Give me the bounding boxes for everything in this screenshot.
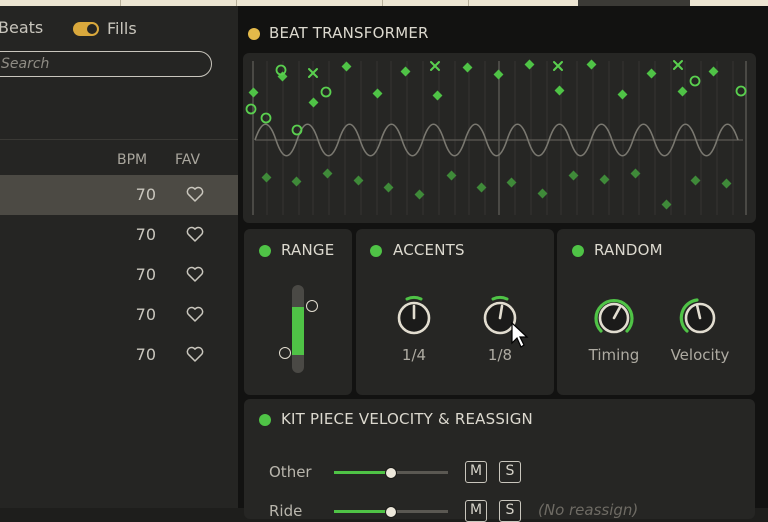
header-divider	[0, 139, 238, 140]
list-item[interactable]: 70	[0, 255, 238, 295]
range-card: RANGE	[244, 229, 352, 395]
range-high-handle[interactable]	[306, 300, 318, 312]
solo-button[interactable]: S	[499, 500, 521, 522]
search-placeholder: Search	[1, 56, 50, 72]
velocity-slider-fill	[334, 471, 390, 474]
accent-quarter-label: 1/4	[401, 346, 427, 364]
column-header-bpm[interactable]: BPM	[117, 152, 147, 168]
mute-button[interactable]: M	[465, 461, 487, 483]
accent-quarter-knob[interactable]	[390, 291, 438, 339]
random-card: RANDOM Timing Velocity	[557, 229, 755, 395]
mute-button[interactable]: M	[465, 500, 487, 522]
velocity-slider-thumb[interactable]	[385, 467, 397, 479]
reassign-dropdown[interactable]: (No reassign)	[538, 501, 638, 519]
list-item[interactable]: 70	[0, 215, 238, 255]
list-item[interactable]: 70	[0, 335, 238, 375]
velocity-knob[interactable]	[675, 293, 725, 343]
heart-icon[interactable]	[186, 346, 204, 362]
panel-title: BEAT TRANSFORMER	[269, 24, 429, 42]
row-bpm: 70	[135, 345, 156, 364]
solo-button[interactable]: S	[499, 461, 521, 483]
timing-knob[interactable]	[589, 293, 639, 343]
browser-panel: Beats Fills Search BPM FAV 70 70 70 70 7…	[0, 6, 238, 508]
range-power-indicator[interactable]	[259, 245, 271, 257]
row-bpm: 70	[135, 185, 156, 204]
fills-filter[interactable]: Fills	[73, 19, 137, 38]
row-bpm: 70	[135, 265, 156, 284]
range-slider-fill	[292, 307, 304, 355]
mouse-pointer-icon	[511, 321, 529, 348]
power-indicator[interactable]	[248, 28, 260, 40]
list-item[interactable]: 70	[0, 295, 238, 335]
heart-icon[interactable]	[186, 186, 204, 202]
random-power-indicator[interactable]	[572, 245, 584, 257]
fills-label: Fills	[107, 19, 137, 38]
kit-piece-power-indicator[interactable]	[259, 414, 271, 426]
random-title: RANDOM	[594, 241, 663, 259]
row-bpm: 70	[135, 225, 156, 244]
kit-piece-card: KIT PIECE VELOCITY & REASSIGN Other M S …	[244, 399, 755, 522]
velocity-label: Velocity	[670, 346, 730, 364]
kit-row-label: Ride	[269, 502, 303, 520]
beat-transformer-panel: BEAT TRANSFORMER RANGE ACCENTS 1/4 1/8 R…	[238, 6, 768, 522]
velocity-slider-fill	[334, 510, 390, 513]
column-header-fav[interactable]: FAV	[175, 152, 200, 168]
heart-icon[interactable]	[186, 226, 204, 242]
kit-piece-title: KIT PIECE VELOCITY & REASSIGN	[281, 410, 533, 428]
heart-icon[interactable]	[186, 306, 204, 322]
beats-filter[interactable]: Beats	[0, 18, 43, 37]
pattern-display[interactable]	[243, 53, 756, 223]
list-item[interactable]: 70	[0, 175, 238, 215]
accents-card: ACCENTS 1/4 1/8	[356, 229, 554, 395]
search-input[interactable]: Search	[0, 51, 212, 77]
timing-label: Timing	[588, 346, 640, 364]
accents-power-indicator[interactable]	[370, 245, 382, 257]
range-low-handle[interactable]	[279, 347, 291, 359]
accents-title: ACCENTS	[393, 241, 465, 259]
range-title: RANGE	[281, 241, 335, 259]
heart-icon[interactable]	[186, 266, 204, 282]
row-bpm: 70	[135, 305, 156, 324]
kit-row-label: Other	[269, 463, 312, 481]
fills-toggle[interactable]	[73, 21, 99, 36]
